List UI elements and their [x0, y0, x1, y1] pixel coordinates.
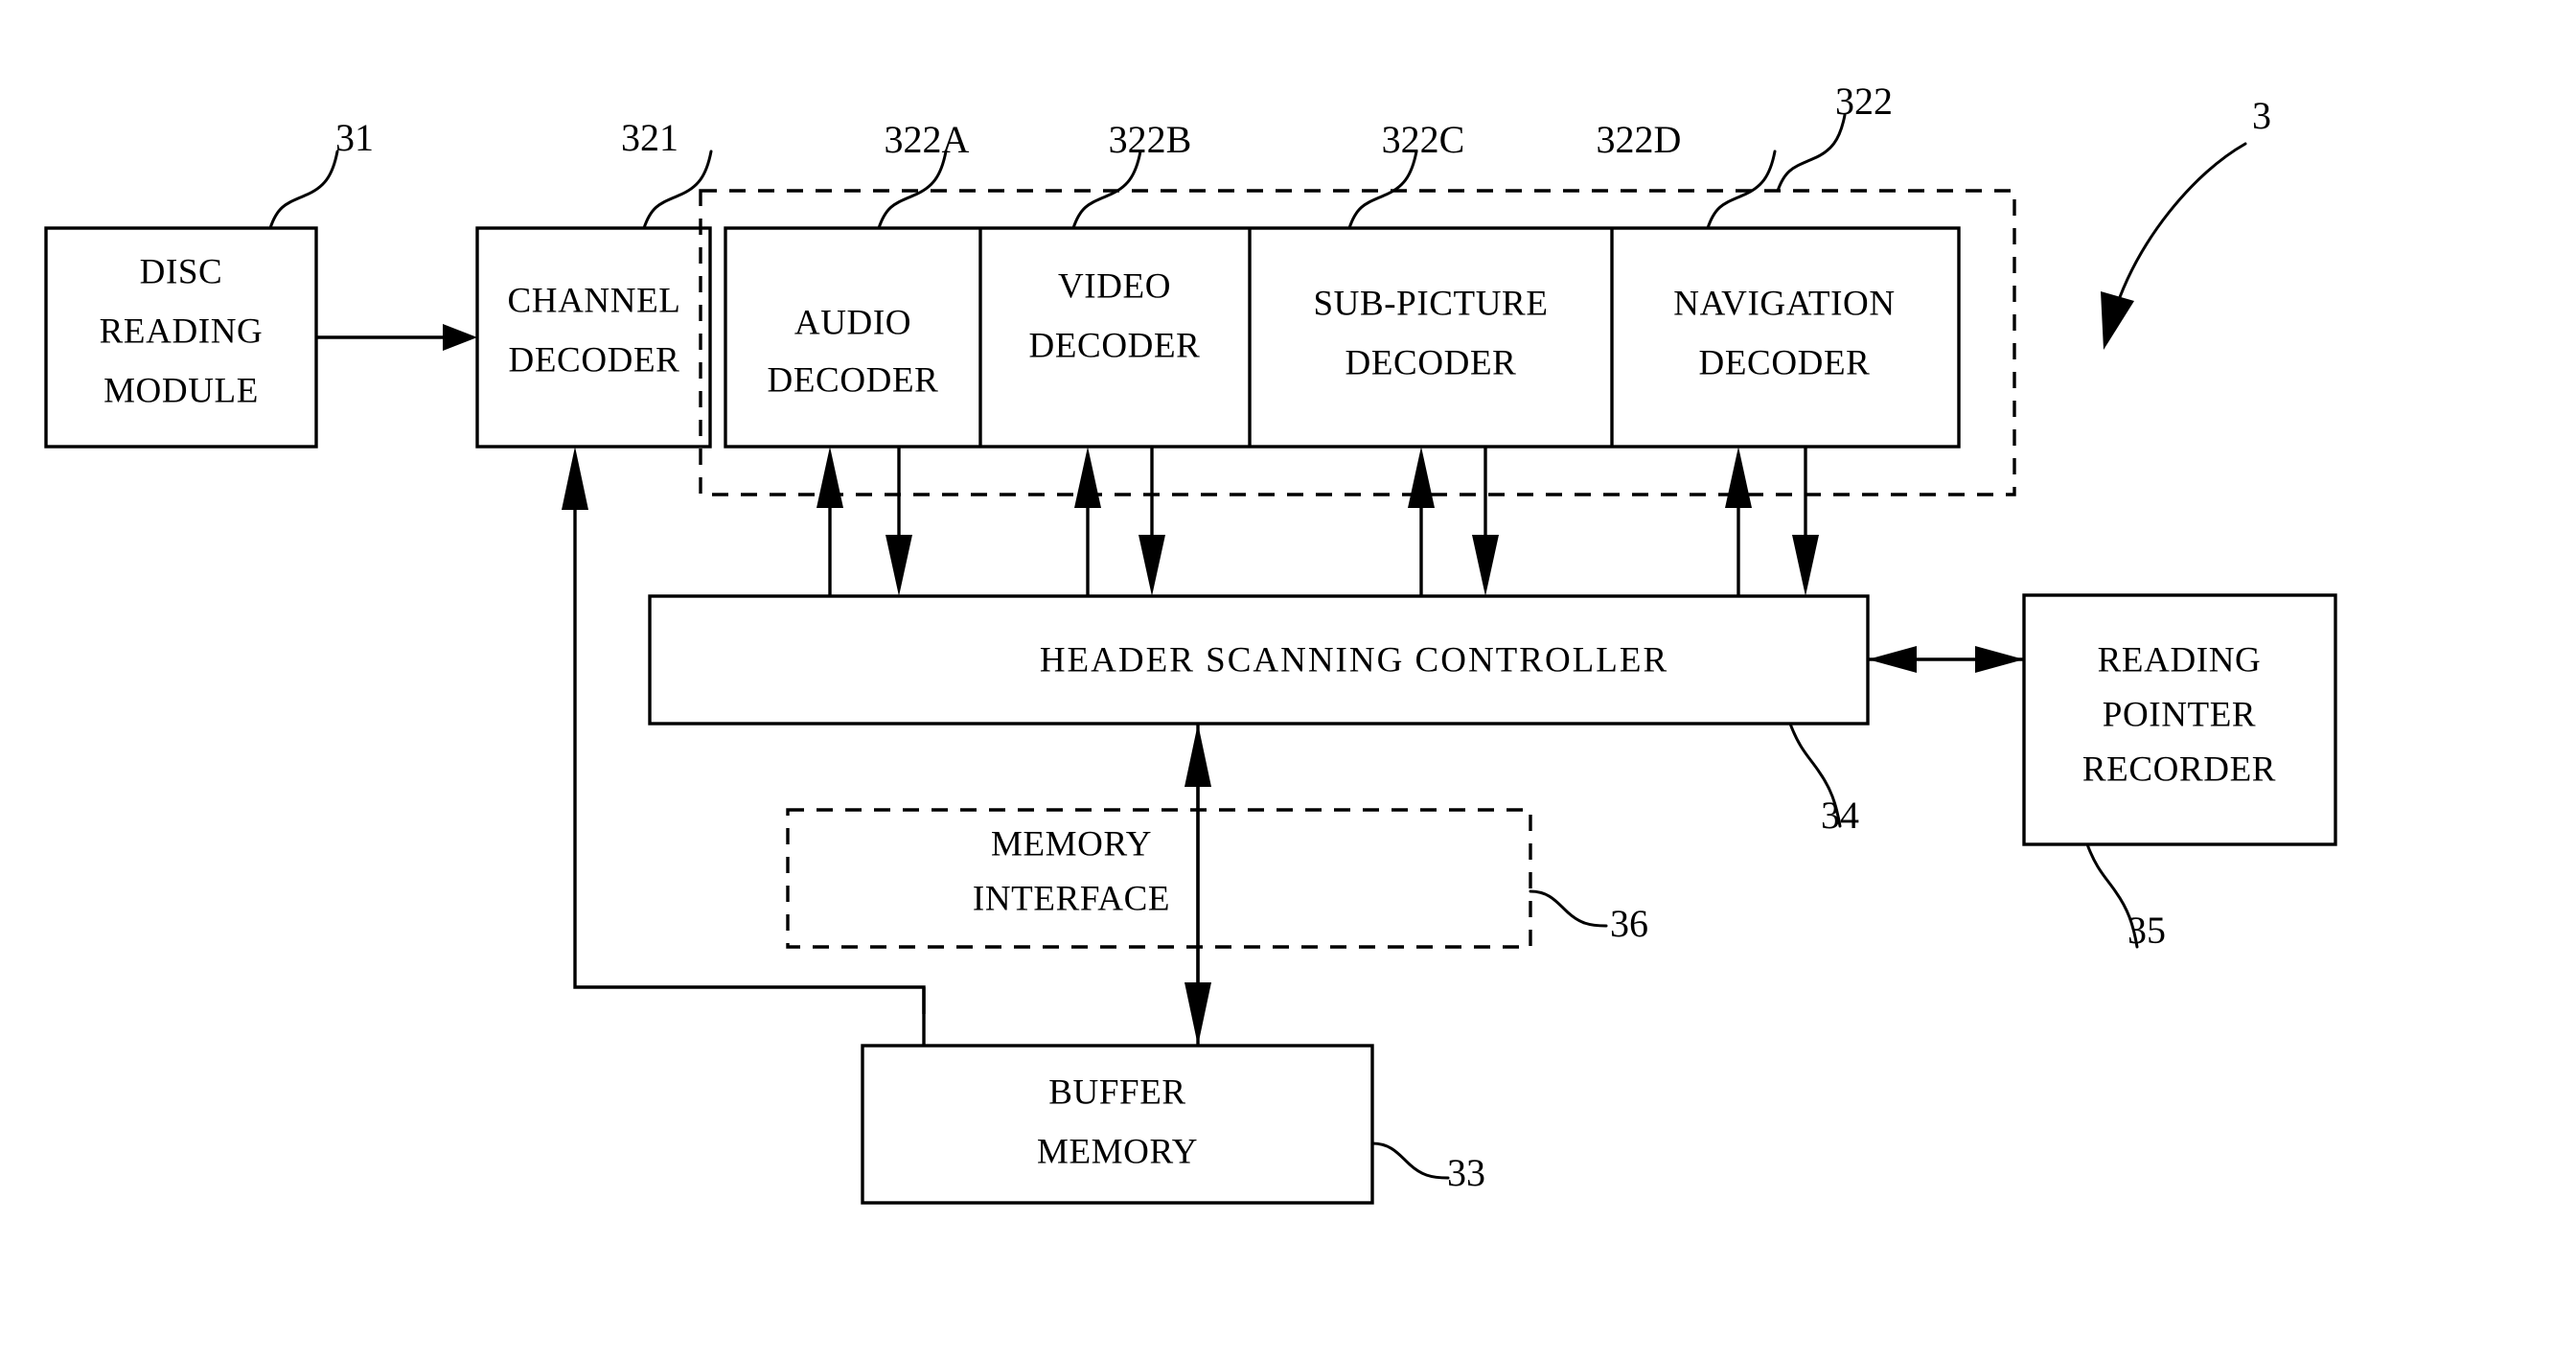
memory-interface-line2: INTERFACE	[973, 879, 1170, 918]
block-diagram-svg: DISC READING MODULE CHANNEL DECODER AUDI…	[44, 80, 2337, 1205]
reading-pointer-recorder-line1: READING	[2098, 640, 2262, 680]
reference-322B: 322B	[1109, 118, 1192, 161]
buffer-memory-line1: BUFFER	[1048, 1072, 1185, 1112]
reading-pointer-recorder-line3: RECORDER	[2082, 749, 2276, 789]
reference-322D: 322D	[1597, 118, 1682, 161]
leader-3-assembly-arrow	[2101, 142, 2247, 350]
leader-31	[268, 150, 339, 230]
channel-decoder-line2: DECODER	[509, 340, 680, 380]
video-decoder-line1: VIDEO	[1058, 266, 1171, 306]
connector-hsc-to-reading-pointer-recorder	[1868, 646, 2024, 673]
leader-33	[1370, 1141, 1450, 1180]
reference-322: 322	[1835, 80, 1893, 123]
buffer-memory-box	[861, 1044, 1374, 1205]
connector-video-up	[1074, 447, 1101, 596]
reading-pointer-recorder-line2: POINTER	[2103, 695, 2256, 734]
leader-322	[1776, 113, 1847, 193]
reference-3: 3	[2252, 94, 2271, 137]
memory-interface-line1: MEMORY	[991, 824, 1152, 864]
navigation-decoder-line1: NAVIGATION	[1673, 284, 1895, 323]
connector-subpicture-up	[1408, 447, 1435, 596]
connector-video-down	[1138, 447, 1165, 596]
sub-picture-decoder-line2: DECODER	[1346, 343, 1517, 382]
navigation-decoder-line2: DECODER	[1699, 343, 1871, 382]
sub-picture-decoder-line1: SUB-PICTURE	[1313, 284, 1548, 323]
audio-decoder-line1: AUDIO	[794, 303, 911, 342]
reference-34: 34	[1821, 794, 1859, 837]
disc-reading-module-line3: MODULE	[104, 371, 259, 410]
channel-decoder-box	[475, 226, 712, 449]
reference-321: 321	[621, 116, 678, 159]
disc-reading-module-line1: DISC	[140, 252, 223, 291]
reference-36: 36	[1610, 902, 1648, 945]
reference-322A: 322A	[885, 118, 970, 161]
video-decoder-line2: DECODER	[1029, 326, 1201, 365]
audio-decoder-line2: DECODER	[768, 360, 939, 400]
header-scanning-controller-label: HEADER SCANNING CONTROLLER	[1040, 640, 1668, 680]
disc-reading-module-line2: READING	[100, 311, 264, 351]
connector-navigation-up	[1725, 447, 1752, 596]
channel-decoder-line1: CHANNEL	[508, 281, 681, 320]
connector-disc-to-channel	[316, 324, 477, 351]
connector-subpicture-down	[1472, 447, 1499, 596]
buffer-memory-line2: MEMORY	[1037, 1132, 1198, 1171]
connector-audio-down	[886, 447, 912, 596]
reference-33: 33	[1447, 1151, 1485, 1194]
connector-navigation-down	[1792, 447, 1819, 596]
reference-35: 35	[2128, 909, 2166, 952]
figure-canvas: DISC READING MODULE CHANNEL DECODER AUDI…	[0, 0, 2576, 1360]
connector-buffer-to-channel-decoder	[562, 447, 926, 1046]
leader-36	[1529, 889, 1608, 928]
reference-322C: 322C	[1382, 118, 1465, 161]
connector-audio-up	[816, 447, 843, 596]
reference-31: 31	[335, 116, 374, 159]
